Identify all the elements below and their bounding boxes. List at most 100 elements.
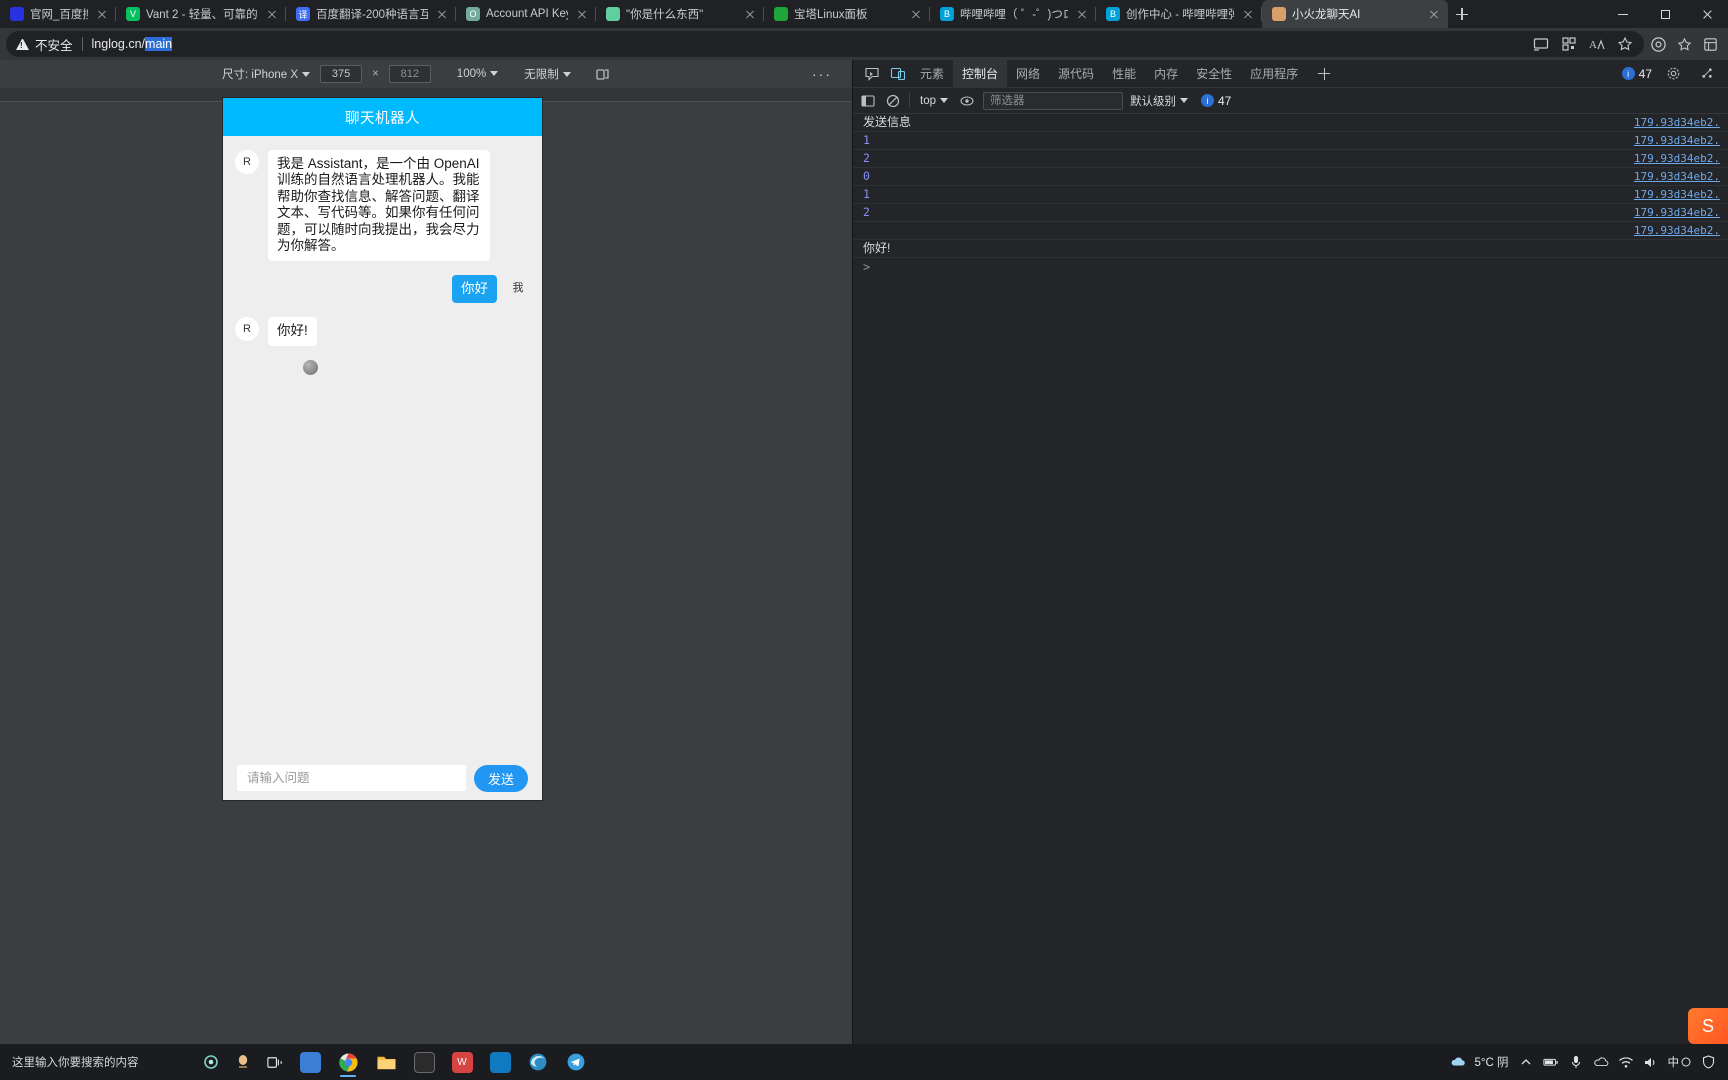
rotate-device-icon[interactable] [595, 66, 611, 82]
console-row[interactable]: 1 179.93d34eb2. [853, 186, 1728, 204]
mic-icon[interactable] [1568, 1054, 1584, 1070]
console-row[interactable]: 179.93d34eb2. [853, 222, 1728, 240]
close-icon[interactable] [94, 6, 110, 22]
browser-tab[interactable]: 官网_百度搜索 [0, 0, 116, 28]
browser-tab[interactable]: 译 百度翻译-200种语言互译 [286, 0, 456, 28]
console-source-link[interactable]: 179.93d34eb2. [1624, 169, 1720, 184]
volume-icon[interactable] [1643, 1054, 1659, 1070]
send-button[interactable]: 发送 [474, 764, 528, 792]
bookmark-star-icon[interactable] [1616, 35, 1634, 53]
tab-performance[interactable]: 性能 [1103, 60, 1145, 88]
console-source-link[interactable]: 179.93d34eb2. [1624, 151, 1720, 166]
console-prompt[interactable]: > [853, 258, 1728, 276]
console-source-link[interactable]: 179.93d34eb2. [1624, 205, 1720, 220]
add-panel-button[interactable] [1311, 61, 1337, 87]
issues-badge[interactable]: i 47 [1201, 94, 1231, 108]
taskbar-app-firefox-dev[interactable] [406, 1046, 442, 1078]
throttling-selector[interactable]: 无限制 [524, 66, 571, 82]
close-icon[interactable] [1426, 6, 1442, 22]
device-size-selector[interactable]: 尺寸: iPhone X [222, 66, 311, 82]
browser-tab[interactable]: B 哔哩哔哩（ ゜-゜)つロ 干 [930, 0, 1096, 28]
live-expression-eye-icon[interactable] [958, 92, 976, 110]
close-icon[interactable] [1240, 6, 1256, 22]
settings-gear-icon[interactable] [1660, 61, 1686, 87]
wifi-icon[interactable] [1618, 1054, 1634, 1070]
browser-tab[interactable]: V Vant 2 - 轻量、可靠的移 [116, 0, 286, 28]
address-bar[interactable]: 不安全 lnglog.cn/main A [6, 31, 1644, 57]
tab-console[interactable]: 控制台 [953, 59, 1008, 88]
execution-context-selector[interactable]: top [917, 95, 951, 107]
console-source-link[interactable]: 179.93d34eb2. [1624, 223, 1720, 238]
device-height-input[interactable]: 812 [388, 65, 431, 83]
tab-security[interactable]: 安全性 [1187, 60, 1241, 88]
weather-label[interactable]: 5°C 阴 [1475, 1054, 1509, 1070]
device-toolbar-icon[interactable] [885, 61, 911, 87]
taskbar-search-box[interactable]: 这里输入你要搜索的内容 [4, 1047, 194, 1077]
translate-icon[interactable]: A [1588, 35, 1606, 53]
tab-elements[interactable]: 元素 [911, 60, 953, 88]
tab-application[interactable]: 应用程序 [1241, 60, 1307, 88]
browser-tab[interactable]: B 创作中心 - 哔哩哔哩弹幕 [1096, 0, 1262, 28]
console-row[interactable]: 你好! [853, 240, 1728, 258]
close-icon[interactable] [1074, 6, 1090, 22]
zoom-selector[interactable]: 100% [457, 68, 499, 80]
close-icon[interactable] [742, 6, 758, 22]
taskbar-app-telegram[interactable] [558, 1046, 594, 1078]
shield-icon[interactable] [1700, 1054, 1716, 1070]
taskbar-app-edge[interactable] [520, 1046, 556, 1078]
console-source-link[interactable]: 179.93d34eb2. [1624, 115, 1720, 130]
taskbar-app-file-explorer[interactable] [368, 1046, 404, 1078]
cortana-icon[interactable] [196, 1047, 226, 1077]
console-row[interactable]: 2 179.93d34eb2. [853, 204, 1728, 222]
browser-tab-active[interactable]: 小火龙聊天AI [1262, 0, 1448, 28]
close-icon[interactable] [434, 6, 450, 22]
qr-icon[interactable] [1560, 35, 1578, 53]
browser-tab[interactable]: "你是什么东西" [596, 0, 764, 28]
voice-icon[interactable] [228, 1047, 258, 1077]
clear-console-icon[interactable] [884, 92, 902, 110]
collections-icon[interactable] [1698, 32, 1722, 56]
console-row[interactable]: 1 179.93d34eb2. [853, 132, 1728, 150]
maximize-button[interactable] [1644, 0, 1686, 28]
up-chevron-icon[interactable] [1518, 1054, 1534, 1070]
console-row[interactable]: 2 179.93d34eb2. [853, 150, 1728, 168]
browser-tab[interactable]: O Account API Keys - OpenA [456, 0, 596, 28]
chrome-profile-icon[interactable] [1646, 32, 1670, 56]
taskbar-app-vscode[interactable] [482, 1046, 518, 1078]
sogou-widget[interactable]: S [1688, 1008, 1728, 1044]
inspect-element-icon[interactable] [859, 61, 885, 87]
close-icon[interactable] [574, 6, 590, 22]
console-source-link[interactable]: 179.93d34eb2. [1624, 133, 1720, 148]
tab-network[interactable]: 网络 [1007, 60, 1049, 88]
chat-input[interactable] [237, 765, 466, 791]
close-icon[interactable] [264, 6, 280, 22]
ime-indicator[interactable]: 中 [1668, 1054, 1692, 1070]
battery-icon[interactable] [1542, 1054, 1559, 1070]
cloud-icon[interactable] [1450, 1054, 1466, 1070]
onedrive-icon[interactable] [1593, 1054, 1609, 1070]
cast-icon[interactable] [1532, 35, 1550, 53]
customize-dots-icon[interactable] [1694, 61, 1720, 87]
console-row[interactable]: 0 179.93d34eb2. [853, 168, 1728, 186]
console-log-list[interactable]: 发送信息 179.93d34eb2. 1 179.93d34eb2. 2 179… [853, 114, 1728, 1044]
log-levels-selector[interactable]: 默认级别 [1130, 93, 1188, 109]
tab-memory[interactable]: 内存 [1145, 60, 1187, 88]
tab-sources[interactable]: 源代码 [1049, 60, 1103, 88]
task-view-icon[interactable] [260, 1047, 290, 1077]
browser-tab[interactable]: 宝塔Linux面板 [764, 0, 930, 28]
close-icon[interactable] [908, 6, 924, 22]
device-more-options[interactable]: ··· [812, 66, 832, 82]
minimize-button[interactable] [1602, 0, 1644, 28]
new-tab-button[interactable] [1448, 0, 1476, 28]
taskbar-app-chrome[interactable] [330, 1046, 366, 1078]
taskbar-app-explorer-blue[interactable] [292, 1046, 328, 1078]
console-sidebar-icon[interactable] [859, 92, 877, 110]
close-window-button[interactable] [1686, 0, 1728, 28]
taskbar-app-wps[interactable]: W [444, 1046, 480, 1078]
favorites-icon[interactable] [1672, 32, 1696, 56]
device-width-input[interactable]: 375 [320, 65, 363, 83]
info-badge[interactable]: i 47 [1621, 67, 1652, 81]
console-source-link[interactable]: 179.93d34eb2. [1624, 187, 1720, 202]
console-filter-input[interactable] [983, 91, 1123, 110]
console-row[interactable]: 发送信息 179.93d34eb2. [853, 114, 1728, 132]
